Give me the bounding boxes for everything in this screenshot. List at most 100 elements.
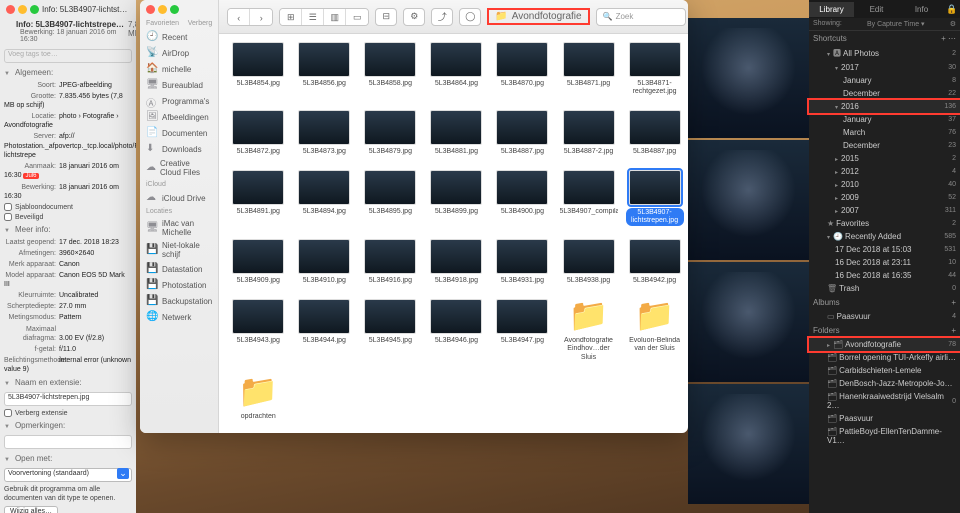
sidebar-item[interactable]: ☁Creative Cloud Files: [140, 157, 218, 179]
folder-row[interactable]: 🗂Paasvuur: [809, 412, 960, 425]
file-item[interactable]: 5L3B4872.jpg: [227, 110, 289, 164]
sidebar-item[interactable]: 💾Niet-lokale schijf: [140, 239, 218, 261]
sidebar-item[interactable]: 💾Photostation: [140, 277, 218, 293]
sidebar-item[interactable]: 💾Backupstation: [140, 293, 218, 309]
sidebar-item[interactable]: ⒶProgramma's: [140, 93, 218, 109]
month-row[interactable]: December22: [809, 87, 960, 100]
template-checkbox[interactable]: [4, 203, 12, 211]
sidebar-item[interactable]: 🖥Bureaublad: [140, 77, 218, 93]
recent-date-row[interactable]: 16 Dec 2018 at 23:1110: [809, 256, 960, 269]
sidebar-item[interactable]: 📄Documenten: [140, 125, 218, 141]
favorites-row[interactable]: ★Favorites2: [809, 217, 960, 230]
month-row[interactable]: March76: [809, 126, 960, 139]
file-item[interactable]: 5L3B4907-lichtstrepen.jpg: [624, 170, 686, 234]
file-item[interactable]: 5L3B4918.jpg: [425, 239, 487, 293]
file-item[interactable]: 5L3B4947.jpg: [491, 299, 553, 369]
disclosure-moreinfo[interactable]: [4, 225, 12, 234]
disclosure-comments[interactable]: [4, 421, 12, 430]
sidebar-item[interactable]: 💾Datastation: [140, 261, 218, 277]
disclosure-name[interactable]: [4, 378, 12, 387]
year-row[interactable]: 20152: [809, 152, 960, 165]
change-all-button[interactable]: Wijzig alles…: [4, 506, 58, 513]
month-row[interactable]: January37: [809, 113, 960, 126]
file-item[interactable]: 5L3B4881.jpg: [425, 110, 487, 164]
file-item[interactable]: 📁opdrachten: [227, 375, 289, 429]
sidebar-item[interactable]: 🖼Afbeeldingen: [140, 109, 218, 125]
file-item[interactable]: 5L3B4910.jpg: [293, 239, 355, 293]
file-item[interactable]: 5L3B4854.jpg: [227, 42, 289, 104]
year-row[interactable]: 201730: [809, 61, 960, 74]
month-row[interactable]: January8: [809, 74, 960, 87]
folder-row[interactable]: 🗂Carbidschieten-Lemele: [809, 364, 960, 377]
year-row[interactable]: 201040: [809, 178, 960, 191]
folder-row[interactable]: 🗂Borrel opening TUI-Arkefly airli…: [809, 351, 960, 364]
file-item[interactable]: 5L3B4864.jpg: [425, 42, 487, 104]
openwith-dropdown[interactable]: Voorvertoning (standaard): [4, 468, 132, 482]
file-item[interactable]: 📁Evoluon-Belinda van der Sluis: [624, 299, 686, 369]
file-item[interactable]: 5L3B4873.jpg: [293, 110, 355, 164]
locked-checkbox[interactable]: [4, 213, 12, 221]
file-item[interactable]: 5L3B4945.jpg: [359, 299, 421, 369]
file-item[interactable]: 5L3B4931.jpg: [491, 239, 553, 293]
minimize-button[interactable]: [18, 5, 27, 14]
filename-input[interactable]: 5L3B4907-lichtstrepen.jpg: [4, 392, 132, 406]
zoom-button[interactable]: [30, 5, 39, 14]
album-paasvuur[interactable]: ▭Paasvuur4: [809, 310, 960, 323]
add-album-icon[interactable]: +: [951, 298, 956, 307]
close-button[interactable]: [6, 5, 15, 14]
file-item[interactable]: 5L3B4916.jpg: [359, 239, 421, 293]
sidebar-item[interactable]: 🌐Netwerk: [140, 309, 218, 325]
hide-ext-checkbox[interactable]: [4, 409, 12, 417]
lock-icon[interactable]: 🔒: [944, 4, 960, 15]
add-folder-icon[interactable]: +: [951, 326, 956, 335]
year-row[interactable]: 20124: [809, 165, 960, 178]
comments-input[interactable]: [4, 435, 132, 449]
finder-minimize[interactable]: [158, 5, 167, 14]
file-item[interactable]: 5L3B4887-2.jpg: [558, 110, 620, 164]
file-item[interactable]: 5L3B4942.jpg: [624, 239, 686, 293]
sort-dropdown[interactable]: By Capture Time ▾: [867, 20, 925, 28]
finder-zoom[interactable]: [170, 5, 179, 14]
file-item[interactable]: 5L3B4900.jpg: [491, 170, 553, 234]
file-item[interactable]: 5L3B4909.jpg: [227, 239, 289, 293]
hide-favorites[interactable]: Verberg: [188, 20, 213, 27]
file-item[interactable]: 5L3B4894.jpg: [293, 170, 355, 234]
file-item[interactable]: 5L3B4858.jpg: [359, 42, 421, 104]
file-item[interactable]: 5L3B4887.jpg: [491, 110, 553, 164]
tab-library[interactable]: Library: [809, 2, 854, 17]
file-item[interactable]: 5L3B4946.jpg: [425, 299, 487, 369]
file-item[interactable]: 5L3B4944.jpg: [293, 299, 355, 369]
file-item[interactable]: 5L3B4891.jpg: [227, 170, 289, 234]
file-item[interactable]: 5L3B4943.jpg: [227, 299, 289, 369]
finder-close[interactable]: [146, 5, 155, 14]
sidebar-item[interactable]: 📡AirDrop: [140, 45, 218, 61]
month-row[interactable]: December23: [809, 139, 960, 152]
recent-date-row[interactable]: 16 Dec 2018 at 16:3544: [809, 269, 960, 282]
disclosure-general[interactable]: [4, 68, 12, 77]
sidebar-item[interactable]: ☁iCloud Drive: [140, 190, 218, 206]
year-row[interactable]: 2016136: [809, 100, 960, 113]
file-item[interactable]: 📁Avondfotografie Eindhov…der Sluis: [558, 299, 620, 369]
year-row[interactable]: 2007311: [809, 204, 960, 217]
tags-input[interactable]: Voeg tags toe…: [4, 49, 132, 63]
file-item[interactable]: 5L3B4887.jpg: [624, 110, 686, 164]
file-item[interactable]: 5L3B4907_compilatie.jpg: [558, 170, 620, 234]
folder-row[interactable]: 🗂DenBosch-Jazz-Metropole-Jo…: [809, 377, 960, 390]
file-item[interactable]: 5L3B4938.jpg: [558, 239, 620, 293]
filter-icon[interactable]: ⚙: [950, 20, 956, 28]
tab-info[interactable]: Info: [899, 2, 944, 17]
sidebar-item[interactable]: ⬇Downloads: [140, 141, 218, 157]
file-item[interactable]: 5L3B4856.jpg: [293, 42, 355, 104]
file-item[interactable]: 5L3B4895.jpg: [359, 170, 421, 234]
add-shortcut-icon[interactable]: + ⋯: [941, 34, 956, 43]
file-item[interactable]: 5L3B4879.jpg: [359, 110, 421, 164]
disclosure-openwith[interactable]: [4, 454, 12, 463]
sidebar-item[interactable]: 🖥iMac van Michelle: [140, 217, 218, 239]
folder-row[interactable]: 🗂Avondfotografie78: [809, 338, 960, 351]
sidebar-item[interactable]: 🏠michelle: [140, 61, 218, 77]
all-photos-row[interactable]: 🅰All Photos2: [809, 46, 960, 61]
folder-row[interactable]: 🗂PattieBoyd-EllenTenDamme-V1…: [809, 425, 960, 447]
recent-date-row[interactable]: 17 Dec 2018 at 15:03531: [809, 243, 960, 256]
trash-row[interactable]: 🗑Trash0: [809, 282, 960, 295]
recently-added-row[interactable]: 🕘Recently Added585: [809, 230, 960, 243]
